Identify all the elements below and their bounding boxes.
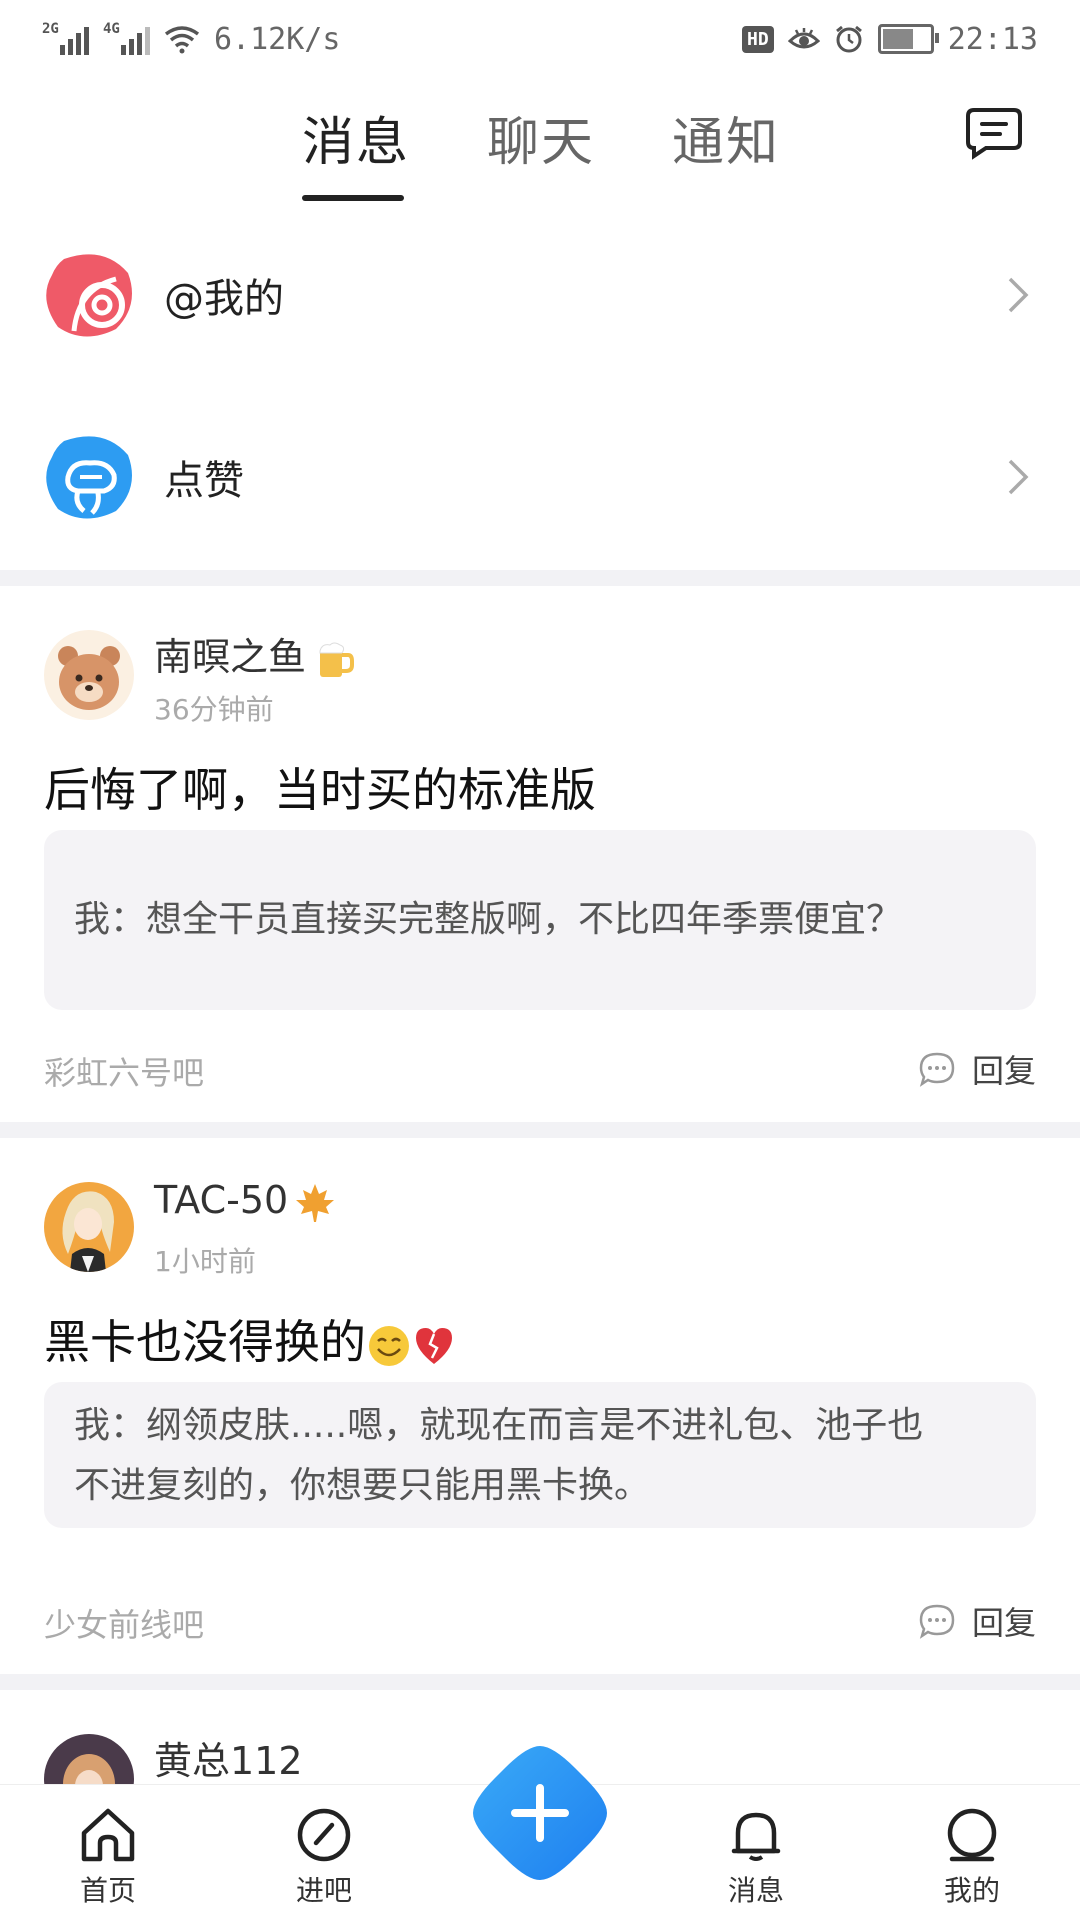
quoted-reply-line: 我：纲领皮肤.....嗯，就现在而言是不进礼包、池子也	[74, 1405, 924, 1446]
compose-message-icon[interactable]	[964, 106, 1024, 160]
battery-icon	[877, 24, 939, 54]
profile-icon	[947, 1808, 997, 1862]
username-text: 南暝之鱼	[154, 635, 307, 679]
clock: 22:13	[947, 21, 1038, 57]
home-icon	[81, 1808, 135, 1862]
username[interactable]: 黄总112	[154, 1730, 303, 1784]
mention-icon	[46, 254, 133, 337]
reply-card[interactable]: TAC-50 1小时前 黑卡也没得换的 我：纲领皮肤.....嗯，就现在而言是不…	[0, 1138, 1080, 1674]
active-tab-indicator	[302, 195, 404, 201]
compass-icon	[297, 1808, 351, 1862]
like-icon	[46, 436, 133, 519]
nav-label: 进吧	[295, 1874, 352, 1907]
status-right: HD 22:13	[742, 22, 1038, 57]
chevron-right-icon	[1008, 277, 1029, 313]
nav-profile[interactable]: 我的	[912, 1785, 1032, 1921]
post-title-text: 黑卡也没得换的	[44, 1315, 366, 1369]
reply-label: 回复	[971, 1052, 1036, 1090]
tab-messages[interactable]: 消息	[302, 100, 410, 175]
network-speed: 6.12K/s	[214, 21, 341, 57]
reply-label: 回复	[971, 1604, 1036, 1642]
avatar[interactable]	[44, 1734, 134, 1784]
network-type-label: 4G	[103, 21, 120, 37]
nav-enter-forum[interactable]: 进吧	[264, 1785, 384, 1921]
avatar[interactable]	[44, 630, 134, 720]
tab-chat[interactable]: 聊天	[487, 100, 595, 175]
comment-icon	[919, 1604, 955, 1639]
quoted-reply-text: 我：想全干员直接买完整版啊，不比四年季票便宜？	[74, 899, 903, 940]
post-title: 黑卡也没得换的	[44, 1306, 456, 1372]
quoted-reply: 我：想全干员直接买完整版啊，不比四年季票便宜？	[44, 830, 1036, 1010]
forum-name[interactable]: 彩虹六号吧	[44, 1048, 204, 1094]
wifi-icon	[164, 26, 200, 54]
post-title: 后悔了啊，当时买的标准版	[44, 763, 596, 817]
forum-name[interactable]: 少女前线吧	[44, 1600, 204, 1646]
signal-4g-icon: 4G	[103, 21, 150, 55]
nav-label: 首页	[79, 1874, 136, 1907]
section-divider	[0, 1674, 1080, 1690]
nav-home[interactable]: 首页	[48, 1785, 168, 1921]
network-type-label: 2G	[42, 21, 59, 37]
post-plus-button[interactable]	[465, 1738, 615, 1888]
maple-leaf-badge-icon	[296, 1183, 335, 1222]
comment-icon	[919, 1052, 955, 1087]
chevron-right-icon	[1008, 459, 1029, 495]
alarm-icon	[835, 25, 862, 53]
tab-notifications[interactable]: 通知	[672, 100, 780, 175]
nav-label: 消息	[727, 1874, 784, 1907]
username-text: TAC-50	[154, 1178, 289, 1222]
quoted-reply-line: 不进复刻的，你想要只能用黑卡换。	[74, 1465, 651, 1506]
entry-label: 点赞	[164, 458, 244, 504]
nav-label: 我的	[943, 1874, 1000, 1907]
smile-emoji-icon	[369, 1325, 409, 1366]
reply-button[interactable]: 回复	[918, 1046, 1036, 1092]
entry-mentions[interactable]: @我的	[0, 230, 1080, 360]
status-left: 2G 4G 6.12K/s	[42, 21, 341, 57]
avatar[interactable]	[44, 1182, 134, 1272]
entry-likes[interactable]: 点赞	[0, 412, 1080, 542]
reply-button[interactable]: 回复	[918, 1598, 1036, 1644]
username[interactable]: TAC-50	[154, 1178, 336, 1224]
section-divider	[0, 570, 1080, 586]
status-bar: 2G 4G 6.12K/s HD 22:13	[0, 0, 1080, 78]
broken-heart-icon	[416, 1327, 452, 1364]
section-divider	[0, 1122, 1080, 1138]
reply-card[interactable]: 南暝之鱼 36分钟前 后悔了啊，当时买的标准版 我：想全干员直接买完整版啊，不比…	[0, 586, 1080, 1122]
post-time: 36分钟前	[154, 693, 274, 726]
username[interactable]: 南暝之鱼	[154, 626, 355, 681]
top-tabs: 消息 聊天 通知	[0, 78, 1080, 208]
nav-messages[interactable]: 消息	[696, 1785, 816, 1921]
beer-badge-icon	[319, 642, 355, 677]
bell-icon	[731, 1812, 781, 1861]
hd-badge: HD	[742, 25, 774, 53]
entry-label: @我的	[164, 276, 284, 322]
post-time: 1小时前	[154, 1245, 256, 1278]
signal-2g-icon: 2G	[42, 21, 89, 55]
eye-icon	[787, 28, 820, 49]
quoted-reply: 我：纲领皮肤.....嗯，就现在而言是不进礼包、池子也 不进复刻的，你想要只能用…	[44, 1382, 1036, 1528]
